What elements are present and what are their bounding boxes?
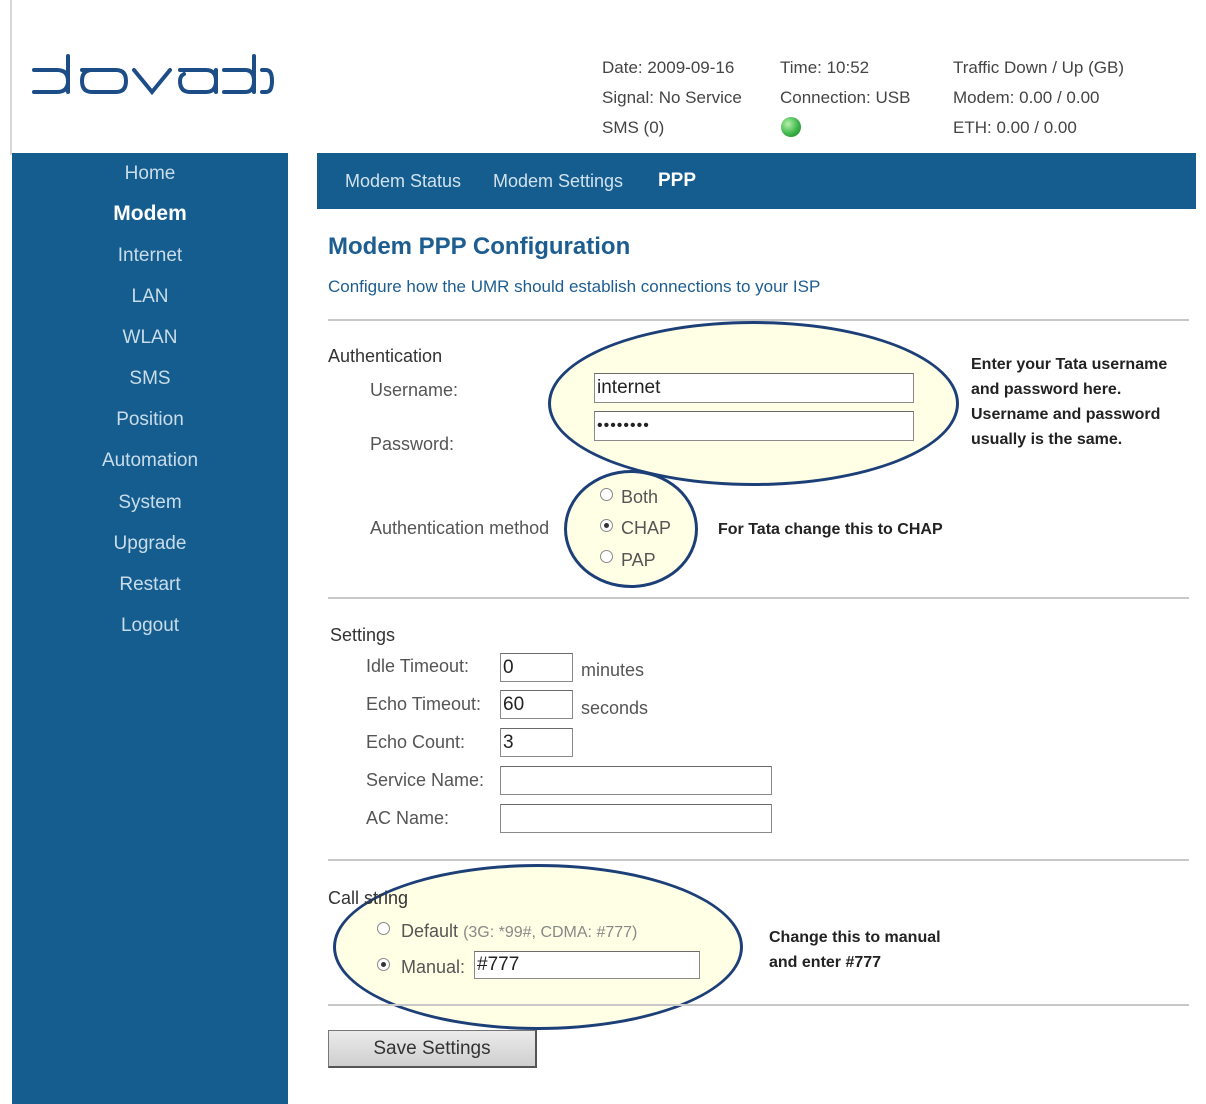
sidebar-item-upgrade[interactable]: Upgrade [12, 533, 288, 555]
tab-ppp[interactable]: PPP [658, 170, 696, 192]
username-input[interactable] [594, 373, 914, 403]
echo-count-label: Echo Count: [366, 732, 466, 752]
call-string-section-label: Call string [328, 888, 409, 908]
sidebar-item-modem[interactable]: Modem [12, 202, 288, 226]
credentials-annotation-line: usually is the same. [971, 431, 1123, 448]
service-name-input[interactable] [500, 766, 772, 795]
credentials-annotation-line: Username and password [971, 406, 1161, 423]
call-string-annotation-line: Change this to manual [769, 929, 941, 946]
auth-both-radio[interactable] [600, 488, 613, 501]
tab-modem-settings[interactable]: Modem Settings [493, 171, 623, 192]
ac-name-input[interactable] [500, 804, 772, 833]
call-default-text: Default [401, 921, 459, 941]
divider [328, 597, 1189, 599]
page-title: Modem PPP Configuration [328, 233, 631, 260]
sidebar-item-internet[interactable]: Internet [12, 245, 288, 267]
password-input[interactable] [594, 411, 914, 441]
status-connection: Connection: USB [780, 88, 911, 107]
credentials-highlight [548, 321, 959, 486]
credentials-annotation-line: and password here. [971, 381, 1122, 398]
save-settings-button[interactable]: Save Settings [328, 1030, 537, 1068]
left-border-line [10, 0, 12, 155]
traffic-eth: ETH: 0.00 / 0.00 [953, 118, 1077, 137]
sidebar-item-logout[interactable]: Logout [12, 615, 288, 637]
divider [328, 859, 1189, 861]
sidebar-item-automation[interactable]: Automation [12, 450, 288, 472]
echo-timeout-input[interactable] [500, 690, 573, 719]
auth-chap-radio[interactable] [600, 519, 613, 532]
connection-status-icon [781, 117, 801, 137]
echo-count-input[interactable] [500, 728, 573, 757]
auth-pap-label: PAP [621, 550, 656, 570]
sidebar-item-wlan[interactable]: WLAN [12, 327, 288, 349]
call-default-hint: (3G: *99#, CDMA: #777) [463, 924, 638, 941]
idle-timeout-unit: minutes [581, 660, 645, 680]
auth-chap-label: CHAP [621, 518, 672, 538]
method-annotation: For Tata change this to CHAP [718, 521, 943, 538]
divider [328, 1004, 1189, 1006]
call-default-label: Default (3G: *99#, CDMA: #777) [401, 921, 637, 942]
tab-bar: Modem Status Modem Settings PPP [317, 153, 1196, 209]
sidebar: Home Modem Internet LAN WLAN SMS Positio… [12, 153, 288, 1104]
manual-call-string-input[interactable] [474, 951, 700, 979]
tab-modem-status[interactable]: Modem Status [345, 171, 461, 192]
idle-timeout-label: Idle Timeout: [366, 656, 470, 676]
echo-timeout-label: Echo Timeout: [366, 694, 482, 714]
dovado-logo: dovado [30, 50, 275, 98]
status-time: Time: 10:52 [780, 58, 870, 77]
authentication-section-label: Authentication [328, 346, 443, 366]
credentials-annotation-line: Enter your Tata username [971, 356, 1168, 373]
call-manual-label: Manual: [401, 957, 466, 977]
ac-name-label: AC Name: [366, 808, 450, 828]
password-label: Password: [370, 434, 455, 454]
sidebar-item-system[interactable]: System [12, 492, 288, 514]
call-string-annotation: Change this to manual and enter #777 [769, 925, 941, 975]
idle-timeout-input[interactable] [500, 653, 573, 682]
sidebar-item-home[interactable]: Home [12, 163, 288, 185]
credentials-annotation: Enter your Tata username and password he… [971, 352, 1206, 452]
traffic-modem: Modem: 0.00 / 0.00 [953, 88, 1100, 107]
sidebar-item-sms[interactable]: SMS [12, 368, 288, 390]
username-label: Username: [370, 380, 459, 400]
auth-pap-radio[interactable] [600, 550, 613, 563]
sidebar-item-restart[interactable]: Restart [12, 574, 288, 596]
auth-both-label: Both [621, 487, 659, 507]
logo-text: dovado [30, 50, 34, 51]
call-default-radio[interactable] [377, 922, 390, 935]
status-sms[interactable]: SMS (0) [602, 118, 664, 138]
call-manual-radio[interactable] [377, 958, 390, 971]
status-signal: Signal: No Service [602, 88, 742, 107]
status-date: Date: 2009-09-16 [602, 58, 735, 77]
sidebar-item-position[interactable]: Position [12, 409, 288, 431]
page-subtitle: Configure how the UMR should establish c… [328, 277, 821, 296]
settings-section-label: Settings [330, 625, 396, 645]
auth-method-label: Authentication method [370, 518, 550, 538]
echo-timeout-unit: seconds [581, 698, 649, 718]
traffic-title: Traffic Down / Up (GB) [953, 58, 1124, 77]
call-string-annotation-line: and enter #777 [769, 954, 882, 971]
service-name-label: Service Name: [366, 770, 485, 790]
sidebar-item-lan[interactable]: LAN [12, 286, 288, 308]
